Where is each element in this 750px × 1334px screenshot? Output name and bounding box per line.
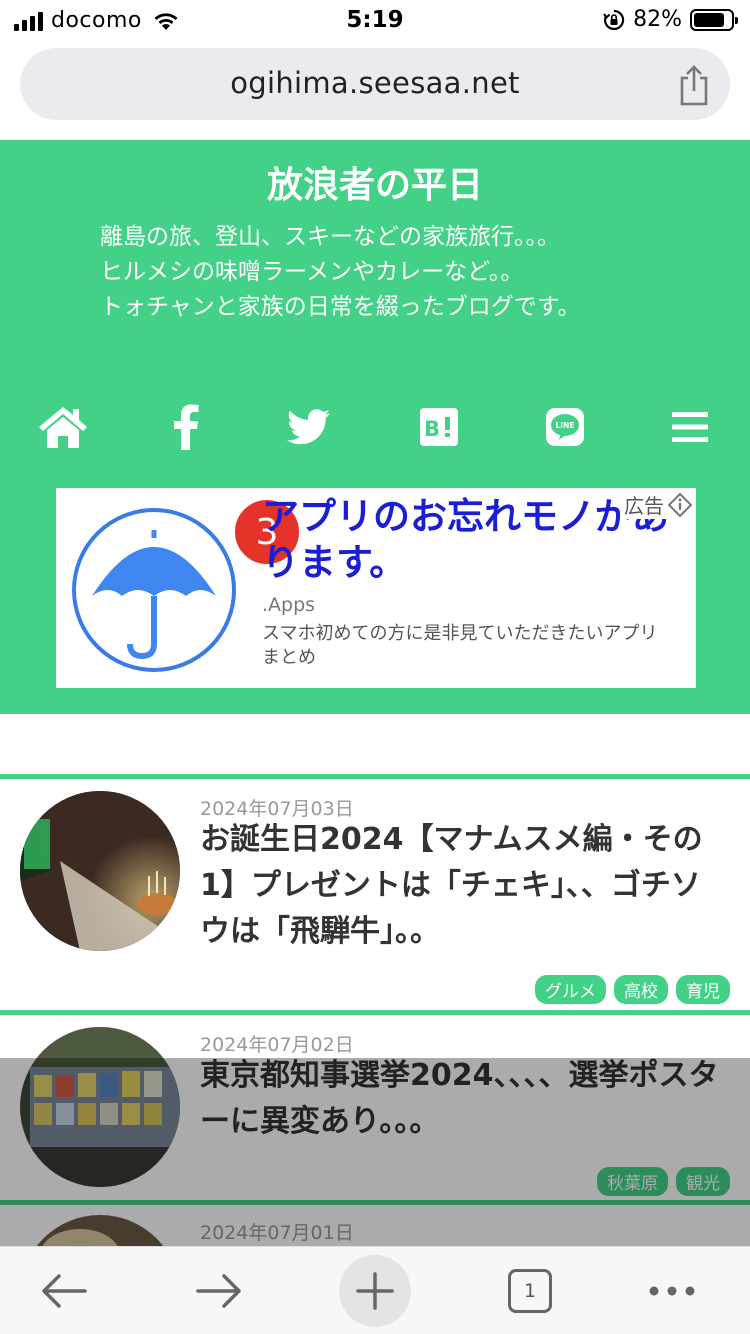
ad-source: .Apps <box>262 594 316 616</box>
ad-headline[interactable]: アプリのお忘れモノがあります。 <box>262 494 682 586</box>
dim-overlay <box>0 1058 750 1246</box>
twitter-icon[interactable] <box>284 402 334 452</box>
post-item[interactable]: 2024年07月03日 お誕生日2024【マナムスメ編・その1】プレゼントは「チ… <box>0 774 750 1014</box>
ad-label[interactable]: 広告 <box>620 490 692 519</box>
menu-icon[interactable] <box>665 402 715 452</box>
svg-text:LINE: LINE <box>556 421 575 430</box>
share-icon[interactable] <box>678 64 710 106</box>
new-tab-button[interactable] <box>339 1255 411 1327</box>
battery-icon <box>690 8 738 31</box>
address-bar-area: ogihima.seesaa.net <box>0 44 750 140</box>
social-icon-row: B LINE <box>0 402 750 452</box>
description-line: トォチャンと家族の日常を綴ったブログです。 <box>100 294 581 320</box>
back-arrow-icon <box>42 1274 87 1308</box>
umbrella-icon <box>72 508 236 672</box>
site-title[interactable]: 放浪者の平日 <box>0 156 750 208</box>
tabs-icon: 1 <box>508 1269 552 1313</box>
battery-fill <box>694 12 724 27</box>
more-button[interactable] <box>636 1255 708 1327</box>
ad-label-text: 広告 <box>624 494 664 518</box>
more-icon <box>649 1286 695 1296</box>
site-description: 離島の旅、登山、スキーなどの家族旅行。。。 ヒルメシの味噌ラーメンやカレーなど。… <box>100 220 580 325</box>
post-title[interactable]: お誕生日2024【マナムスメ編・その1】プレゼントは「チェキ」、、ゴチソウは「飛… <box>200 817 730 955</box>
facebook-icon[interactable] <box>161 402 211 452</box>
line-icon[interactable]: LINE <box>540 402 590 452</box>
site-header: 放浪者の平日 離島の旅、登山、スキーなどの家族旅行。。。 ヒルメシの味噌ラーメン… <box>0 140 750 714</box>
tag-high-school[interactable]: 高校 <box>614 975 668 1004</box>
forward-button[interactable] <box>183 1255 255 1327</box>
post-tags: グルメ 高校 育児 <box>535 975 730 1004</box>
ad-info-icon <box>668 492 692 517</box>
tag-parenting[interactable]: 育児 <box>676 975 730 1004</box>
svg-text:B: B <box>424 417 440 441</box>
battery-percent: 82% <box>633 7 682 32</box>
url-text[interactable]: ogihima.seesaa.net <box>0 66 750 100</box>
plus-icon <box>356 1272 394 1310</box>
description-line: 離島の旅、登山、スキーなどの家族旅行。。。 <box>100 224 560 250</box>
tabs-button[interactable]: 1 <box>494 1255 566 1327</box>
description-line: ヒルメシの味噌ラーメンやカレーなど。。 <box>100 259 524 285</box>
battery-tip <box>735 16 738 24</box>
hatena-bookmark-icon[interactable]: B <box>414 402 464 452</box>
tag-gourmet[interactable]: グルメ <box>535 975 606 1004</box>
status-right: 82% <box>603 7 738 32</box>
back-button[interactable] <box>28 1255 100 1327</box>
browser-toolbar: 1 <box>0 1246 750 1334</box>
home-icon[interactable] <box>38 402 88 452</box>
status-bar: docomo 5:19 82% <box>0 0 750 44</box>
ad-banner[interactable]: 3 アプリのお忘れモノがあります。 広告 .Apps スマホ初めての方に是非見て… <box>56 488 696 688</box>
ad-body: スマホ初めての方に是非見ていただきたいアプリまとめ <box>262 623 658 668</box>
post-thumbnail[interactable] <box>20 791 180 951</box>
rotation-lock-icon <box>603 9 625 30</box>
forward-arrow-icon <box>196 1274 241 1308</box>
